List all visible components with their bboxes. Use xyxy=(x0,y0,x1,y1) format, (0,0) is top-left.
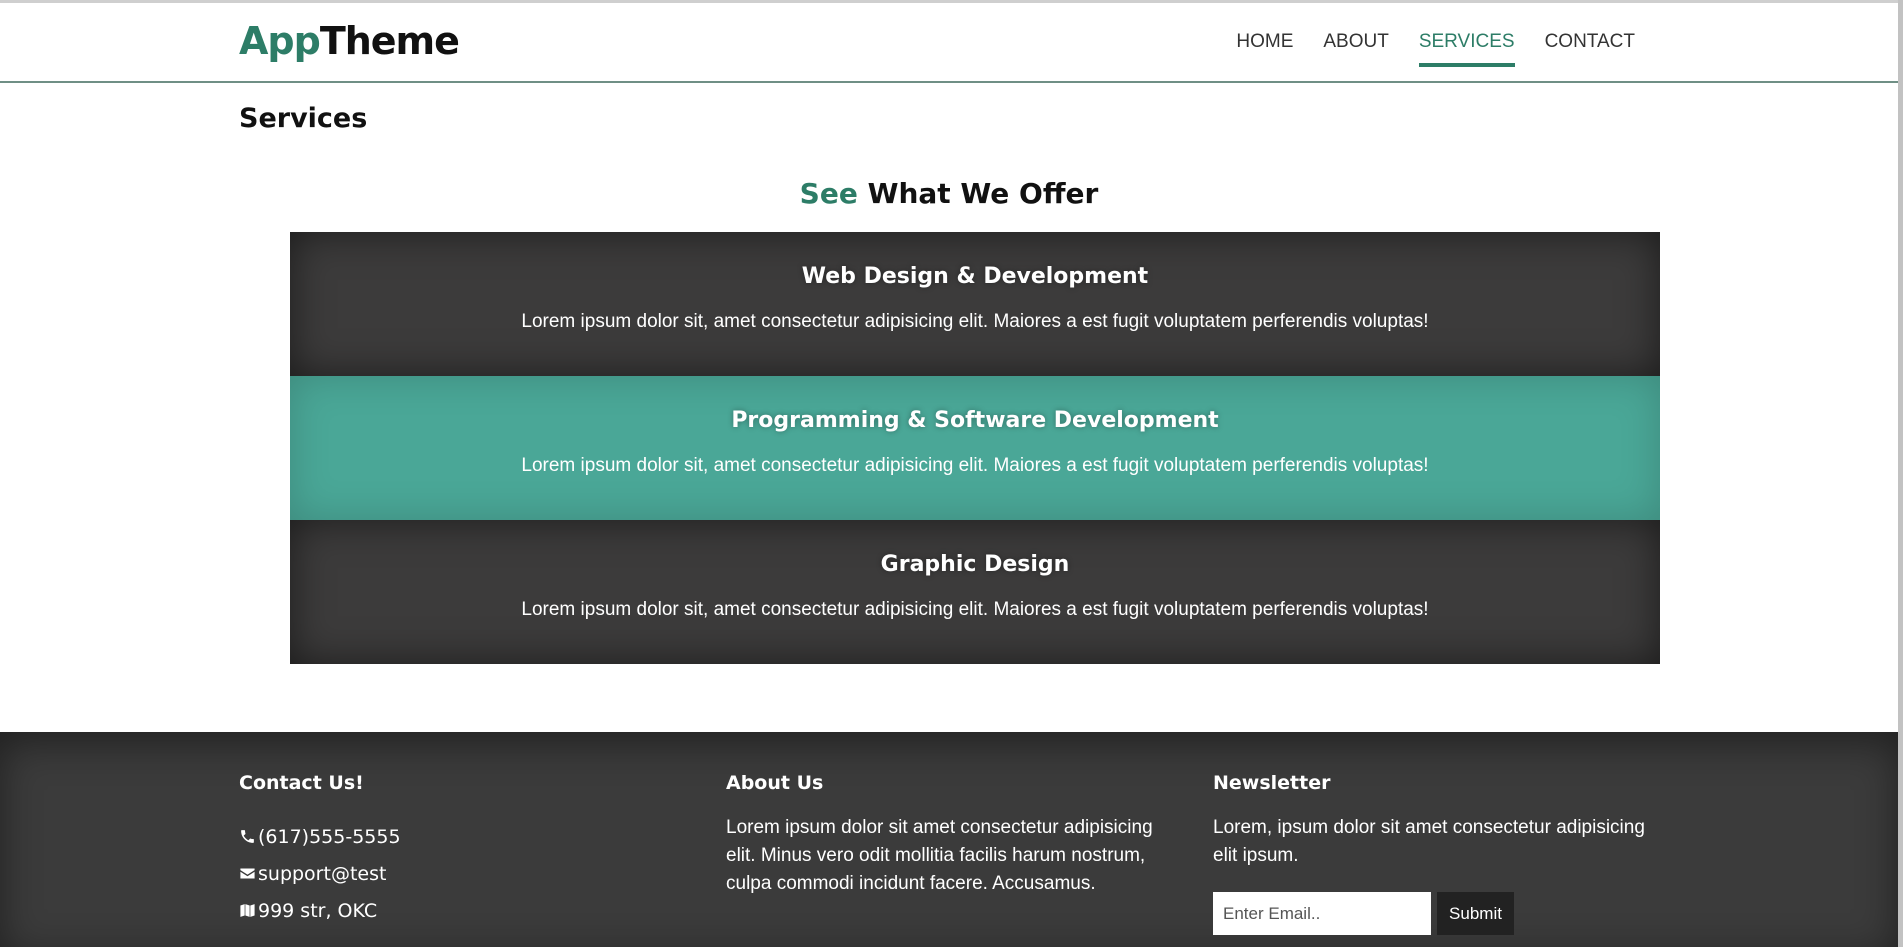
contact-email-text: support@test xyxy=(258,862,387,885)
service-title: Programming & Software Development xyxy=(731,408,1219,433)
envelope-icon xyxy=(240,868,255,879)
nav-about[interactable]: ABOUT xyxy=(1323,31,1388,67)
footer-about-heading: About Us xyxy=(726,772,824,794)
service-description: Lorem ipsum dolor sit, amet consectetur … xyxy=(521,455,1429,476)
footer-contact-heading: Contact Us! xyxy=(239,772,364,794)
footer-newsletter-column: Newsletter Lorem, ipsum dolor sit amet c… xyxy=(1213,772,1653,935)
phone-icon xyxy=(241,830,254,843)
scrollbar-thumb[interactable] xyxy=(1898,0,1903,947)
services-list: Web Design & Development Lorem ipsum dol… xyxy=(290,232,1660,664)
footer-newsletter-text: Lorem, ipsum dolor sit amet consectetur … xyxy=(1213,817,1645,866)
service-title: Web Design & Development xyxy=(801,264,1149,289)
service-card-graphic-design: Graphic Design Lorem ipsum dolor sit, am… xyxy=(290,520,1660,664)
contact-address: 999 str, OKC xyxy=(239,892,659,929)
navbar: AppTheme HOME ABOUT SERVICES CONTACT xyxy=(0,3,1898,83)
service-card-web-design: Web Design & Development Lorem ipsum dol… xyxy=(290,232,1660,376)
nav-home[interactable]: HOME xyxy=(1236,31,1293,67)
brand-logo[interactable]: AppTheme xyxy=(239,19,460,63)
service-description: Lorem ipsum dolor sit, amet consectetur … xyxy=(521,311,1429,332)
newsletter-form: Submit xyxy=(1213,892,1653,935)
page-title: Services xyxy=(239,103,368,134)
service-title: Graphic Design xyxy=(880,552,1070,577)
footer-contact-column: Contact Us! (617)555-5555 support@test 9… xyxy=(239,772,659,929)
footer: Contact Us! (617)555-5555 support@test 9… xyxy=(0,732,1898,947)
vertical-scrollbar[interactable] xyxy=(1898,0,1903,947)
brand-logo-part2: Theme xyxy=(319,19,460,63)
footer-about-text: Lorem ipsum dolor sit amet consectetur a… xyxy=(726,817,1153,894)
nav-contact[interactable]: CONTACT xyxy=(1545,31,1635,67)
footer-about-column: About Us Lorem ipsum dolor sit amet cons… xyxy=(726,772,1166,898)
section-heading: See What We Offer xyxy=(0,177,1898,210)
newsletter-email-input[interactable] xyxy=(1213,892,1431,935)
service-card-programming: Programming & Software Development Lorem… xyxy=(290,376,1660,520)
footer-newsletter-heading: Newsletter xyxy=(1213,772,1331,794)
newsletter-submit-button[interactable]: Submit xyxy=(1437,892,1514,935)
service-description: Lorem ipsum dolor sit, amet consectetur … xyxy=(521,599,1429,620)
contact-address-text: 999 str, OKC xyxy=(258,899,378,922)
main-nav: HOME ABOUT SERVICES CONTACT xyxy=(1236,31,1635,67)
section-heading-accent: See xyxy=(799,177,858,210)
contact-email: support@test xyxy=(239,855,659,892)
brand-logo-part1: App xyxy=(239,19,321,63)
section-heading-rest: What We Offer xyxy=(867,177,1099,210)
map-icon xyxy=(240,904,255,917)
contact-phone: (617)555-5555 xyxy=(239,818,659,855)
nav-services[interactable]: SERVICES xyxy=(1418,31,1515,67)
contact-phone-text: (617)555-5555 xyxy=(258,825,401,848)
